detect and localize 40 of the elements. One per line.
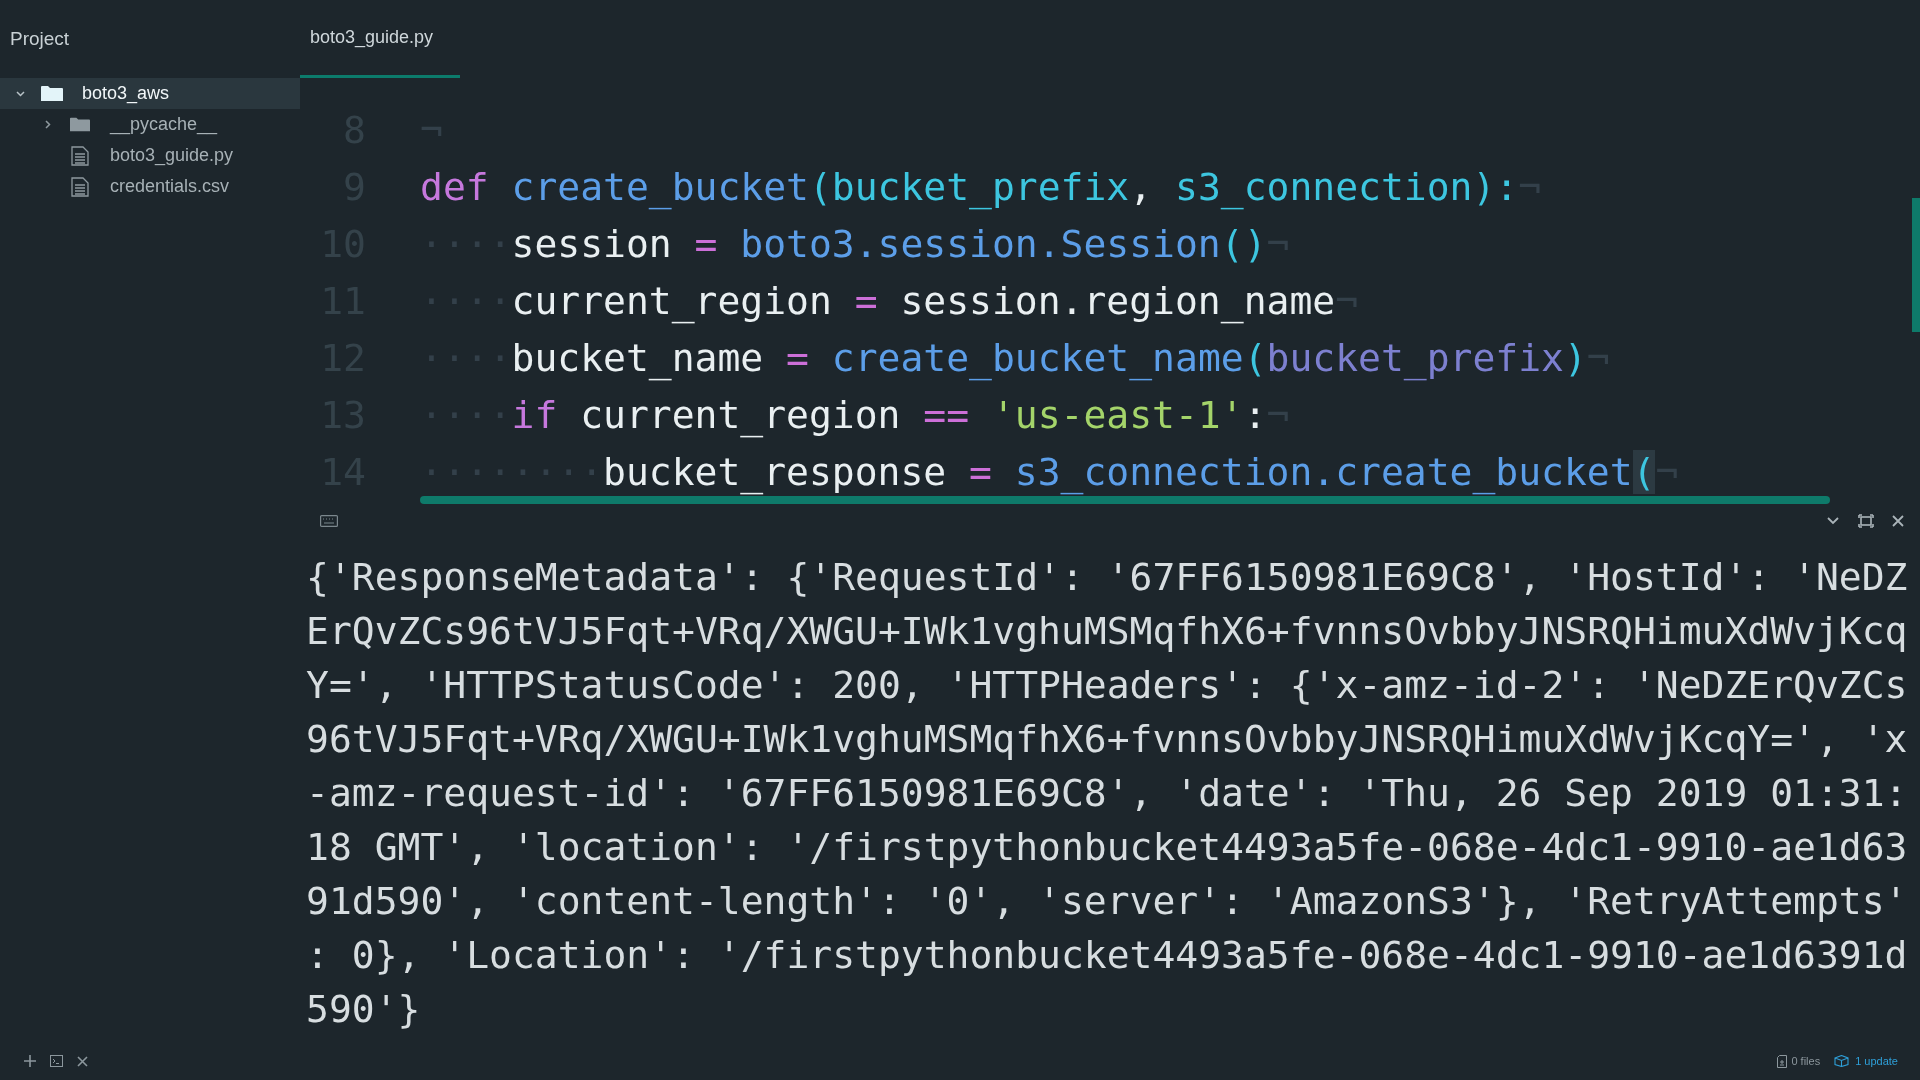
tree-item[interactable]: __pycache__ xyxy=(0,109,300,140)
terminal-icon[interactable] xyxy=(50,1055,63,1067)
terminal-output-line: : 0}, 'Location': '/firstpythonbucket4493a5fe-068e-4dc1-9910-ae1d6391d xyxy=(306,932,1908,979)
code-line: ····current_region = session.region_name¬ xyxy=(420,278,1359,326)
code-line: ····bucket_name = create_bucket_name(bucket_prefix)¬ xyxy=(420,335,1610,383)
folder-icon xyxy=(41,85,63,102)
maximize-icon[interactable] xyxy=(1858,514,1874,528)
tab[interactable]: boto3_guide.py xyxy=(300,0,460,78)
update-count[interactable]: 1 update xyxy=(1855,1052,1898,1070)
terminal-output-line: ErQvZCs96tVJ5Fqt+VRq/XWGU+IWk1vghuMSMqfhX6+fvnnsOvbbyJNSRQHimuXdWvjKcq xyxy=(306,608,1908,655)
folder-icon xyxy=(70,116,90,133)
close-icon[interactable] xyxy=(1892,515,1904,527)
terminal-output-line: 91d590', 'content-length': '0', 'server': 'AmazonS3'}, 'RetryAttempts' xyxy=(306,878,1908,925)
terminal-output-line: 590'} xyxy=(306,986,421,1033)
file-count[interactable]: 0 files xyxy=(1791,1052,1821,1070)
terminal-output-line: 96tVJ5Fqt+VRq/XWGU+IWk1vghuMSMqfhX6+fvnnsOvbbyJNSRQHimuXdWvjKcqY=', 'x xyxy=(306,716,1908,763)
terminal-output-line: -amz-request-id': '67FF6150981E69C8', 'date': 'Thu, 26 Sep 2019 01:31: xyxy=(306,770,1908,817)
box-icon xyxy=(1834,1055,1850,1067)
code-line: def create_bucket(bucket_prefix, s3_connection):¬ xyxy=(420,164,1542,212)
code-line: ¬ xyxy=(420,107,443,154)
tree-item[interactable]: credentials.csv xyxy=(0,171,300,202)
panel-title: Project xyxy=(10,26,70,51)
tree-item[interactable]: boto3_guide.py xyxy=(0,140,300,171)
scrollbar[interactable] xyxy=(1912,198,1920,332)
scrollbar[interactable] xyxy=(420,496,1830,504)
chevron-down-icon[interactable] xyxy=(15,90,25,97)
plus-icon[interactable] xyxy=(24,1055,36,1067)
file-icon xyxy=(71,145,89,166)
code-line: ····session = boto3.session.Session()¬ xyxy=(420,221,1290,268)
chevron-right-icon[interactable] xyxy=(45,120,51,129)
file-icon xyxy=(1777,1054,1788,1068)
tree-item[interactable]: boto3_aws xyxy=(0,78,300,109)
terminal-output-line: {'ResponseMetadata': {'RequestId': '67FF6150981E69C8', 'HostId': 'NeDZ xyxy=(306,554,1908,601)
file-icon xyxy=(71,176,89,197)
chevron-down-icon[interactable] xyxy=(1826,516,1840,526)
terminal-output-line: 18 GMT', 'location': '/firstpythonbucket4493a5fe-068e-4dc1-9910-ae1d63 xyxy=(306,824,1908,871)
close-icon[interactable] xyxy=(77,1055,88,1067)
keyboard-icon[interactable] xyxy=(320,515,338,527)
terminal-output-line: Y=', 'HTTPStatusCode': 200, 'HTTPHeaders': {'x-amz-id-2': 'NeDZErQvZCs xyxy=(306,662,1908,709)
code-line: ····if current_region == 'us-east-1':¬ xyxy=(420,392,1290,440)
